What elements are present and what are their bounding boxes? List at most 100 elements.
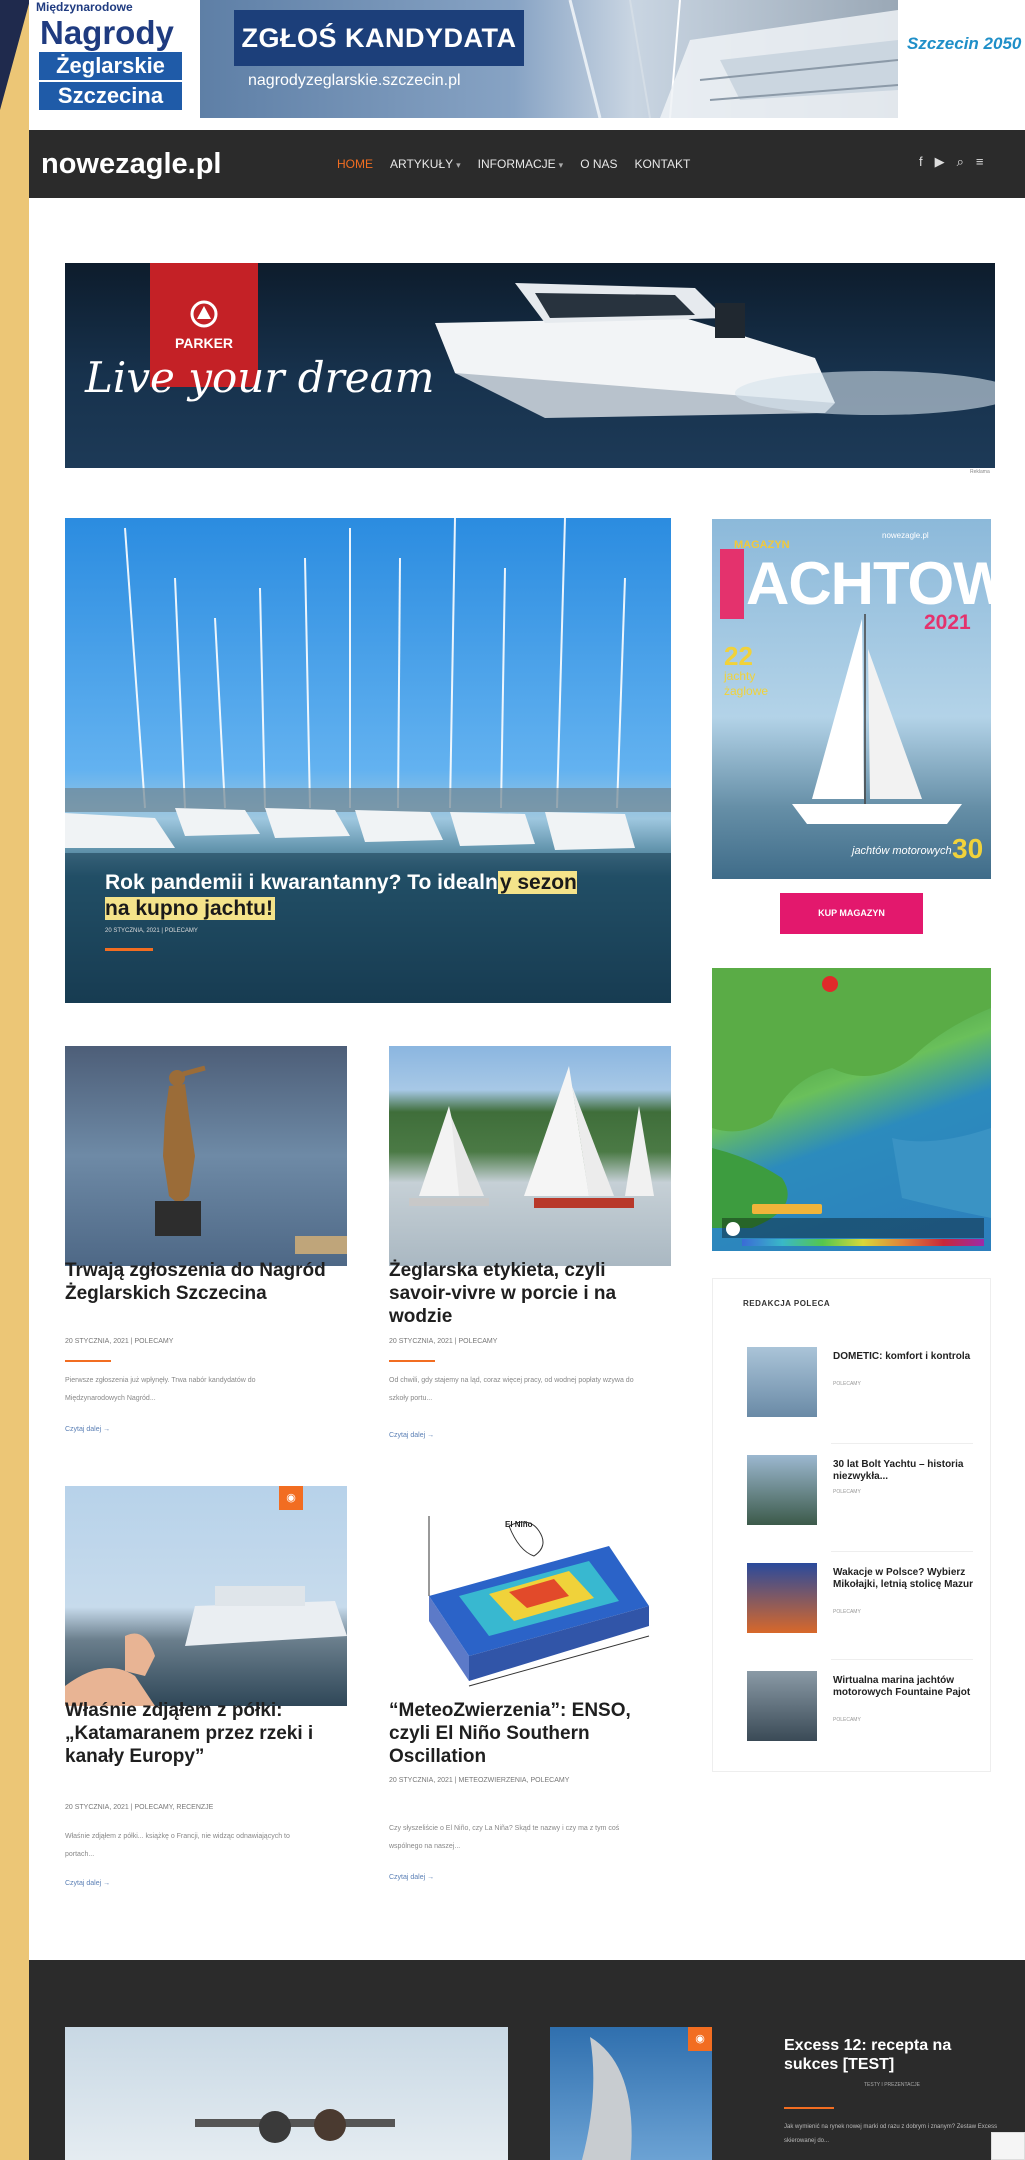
szczecin-2050-logo[interactable]: Szczecin 2050 [907,34,1022,74]
featured-title-text: Rok pandemii i kwarantanny? To idealn [105,871,498,894]
post-image[interactable] [389,1486,671,1706]
main-navbar: nowezagle.pl HOME ARTYKUŁY ▾ INFORMACJE ▾ … [29,130,1025,198]
top-banner[interactable]: Międzynarodowe Nagrody Żeglarskie Szczec… [29,0,1025,122]
nav-item-artykuly[interactable]: ARTYKUŁY ▾ [390,157,461,171]
award-logo[interactable]: Międzynarodowe Nagrody Żeglarskie Szczec… [34,0,184,112]
post-title[interactable]: Żeglarska etykieta, czyli savoir-vivre w… [389,1259,669,1328]
footer-post-meta: TESTY I PREZENTACJE [864,2082,920,2088]
nav-kontakt-label: KONTAKT [634,157,691,171]
recommended-item-category: POLECAMY [833,1609,861,1615]
site-logo[interactable]: nowezagle.pl [41,148,221,181]
facebook-icon[interactable]: f [919,154,923,170]
award-line-3: Szczecina [39,82,182,110]
recaptcha-badge[interactable] [991,2132,1025,2160]
nav-menu: HOME ARTYKUŁY ▾ INFORMACJE ▾ O NAS KONTAKT [337,157,690,171]
post-image[interactable] [65,1486,347,1706]
featured-meta: 20 STYCZNIA, 2021 | POLECAMY [105,928,198,934]
timeline-bar[interactable] [722,1218,984,1238]
award-title: Nagrody [40,14,174,51]
post-card: El Niño “MeteoZwierzenia”: ENSO, czyli E… [389,1486,671,1906]
recommended-thumb [747,1563,817,1633]
recommended-item-title[interactable]: 30 lat Bolt Yachtu – historia niezwykła.… [833,1459,983,1483]
post-card: Żeglarska etykieta, czyli savoir-vivre w… [389,1046,671,1466]
location-pin-icon [822,976,838,992]
recommended-item-title[interactable]: DOMETIC: komfort i kontrola [833,1351,983,1363]
footer-divider [784,2107,834,2109]
post-meta: 20 STYCZNIA, 2021 | POLECAMY [389,1338,498,1345]
banner-url[interactable]: nagrodyzeglarskie.szczecin.pl [248,72,461,90]
post-excerpt: Pierwsze zgłoszenia już wpłynęły. Trwa n… [65,1377,256,1402]
nav-item-kontakt[interactable]: KONTAKT [635,157,691,171]
parker-ad-banner[interactable]: PARKER Live your dream [65,263,995,468]
recommended-item[interactable]: Wakacje w Polsce? Wybierz Mikołajki, let… [747,1563,977,1643]
read-more-link[interactable]: Czytaj dalej → [65,1880,110,1887]
recommended-thumb [747,1671,817,1741]
people-image [195,2109,395,2143]
nav-item-home[interactable]: HOME [337,157,373,171]
ad-slogan: Live your dream [85,353,435,402]
play-icon[interactable] [726,1222,740,1236]
read-more-link[interactable]: Czytaj dalej → [389,1432,434,1439]
side-decoration [0,0,30,110]
post-excerpt: Od chwili, gdy stajemy na ląd, coraz wię… [389,1377,634,1402]
award-line-2: Żeglarskie [39,52,182,80]
magazine-title: ACHTOWY [746,550,991,617]
footer-photo-people[interactable] [65,2027,508,2160]
diagram-label: El Niño [505,1520,533,1529]
recommended-item[interactable]: DOMETIC: komfort i kontrola POLECAMY [747,1347,977,1427]
magazine-motorboat-label: jachtów motorowych [852,845,952,857]
recommended-item-category: POLECAMY [833,1489,861,1495]
featured-title[interactable]: Rok pandemii i kwarantanny? To idealny s… [105,870,605,922]
recommended-widget: REDAKCJA POLECA DOMETIC: komfort i kontr… [712,1278,991,1772]
recommended-item-category: POLECAMY [833,1717,861,1723]
featured-post[interactable]: Rok pandemii i kwarantanny? To idealny s… [65,518,671,1003]
recommended-item-title[interactable]: Wirtualna marina jachtów motorowych Foun… [833,1675,983,1699]
el-nino-diagram [428,1516,650,1687]
footer-post-title[interactable]: Excess 12: recepta na sukces [TEST] [784,2036,994,2074]
sailboats-image [409,1066,654,1208]
nav-item-o-nas[interactable]: O NAS [580,157,617,171]
post-divider [389,1360,435,1362]
recommended-item[interactable]: 30 lat Bolt Yachtu – historia niezwykła.… [747,1455,977,1535]
post-title[interactable]: Trwają zgłoszenia do Nagród Żeglarskich … [65,1259,345,1305]
nav-informacje-label: INFORMACJE [477,157,556,171]
ad-label: Reklama [970,469,990,475]
catamaran-image [65,1586,347,1706]
camera-icon: ◉ [688,2027,712,2051]
buy-magazine-button[interactable]: KUP MAGAZYN [780,893,923,934]
divider [831,1551,973,1552]
recommended-item-title[interactable]: Wakacje w Polsce? Wybierz Mikołajki, let… [833,1567,983,1591]
search-icon[interactable]: ⌕ [957,154,964,170]
motorboat-image [435,283,995,418]
recommended-item-category: POLECAMY [833,1381,861,1387]
parker-logo-icon [190,300,218,328]
post-title[interactable]: “MeteoZwierzenia”: ENSO, czyli El Niño S… [389,1699,669,1768]
recommended-item[interactable]: Wirtualna marina jachtów motorowych Foun… [747,1671,977,1751]
timeline-label [752,1204,822,1214]
submit-candidate-button[interactable]: ZGŁOŚ KANDYDATA [234,10,524,66]
post-image[interactable] [389,1046,671,1266]
youtube-icon[interactable]: ▶ [935,154,945,170]
recommended-thumb [747,1455,817,1525]
nav-home-label: HOME [337,157,373,171]
divider [831,1659,973,1660]
magazine-cover[interactable]: MAGAZYN nowezagle.pl ACHTOWY 2021 22 jac… [712,519,991,879]
weather-map-widget[interactable] [712,968,991,1251]
recommended-thumb [747,1347,817,1417]
post-image[interactable] [65,1046,347,1266]
magazine-letter-j [720,549,744,619]
menu-icon[interactable]: ≡ [976,154,984,170]
statue-image [155,1065,347,1254]
read-more-link[interactable]: Czytaj dalej → [389,1874,434,1881]
post-card: ◉ Właśnie zdjąłem z półki: „Katamaranem … [65,1486,347,1906]
read-more-link[interactable]: Czytaj dalej → [65,1426,110,1433]
magazine-subtitle: nowezagle.pl [882,531,929,540]
recommended-title: REDAKCJA POLECA [743,1299,831,1308]
award-banner[interactable]: ZGŁOŚ KANDYDATA nagrodyzeglarskie.szczec… [200,0,898,118]
wind-scale [742,1239,984,1246]
nav-artykuly-label: ARTYKUŁY [390,157,454,171]
nav-item-informacje[interactable]: INFORMACJE ▾ [478,157,564,171]
post-title[interactable]: Właśnie zdjąłem z półki: „Katamaranem pr… [65,1699,345,1768]
divider [831,1443,973,1444]
camera-icon: ◉ [279,1486,303,1510]
